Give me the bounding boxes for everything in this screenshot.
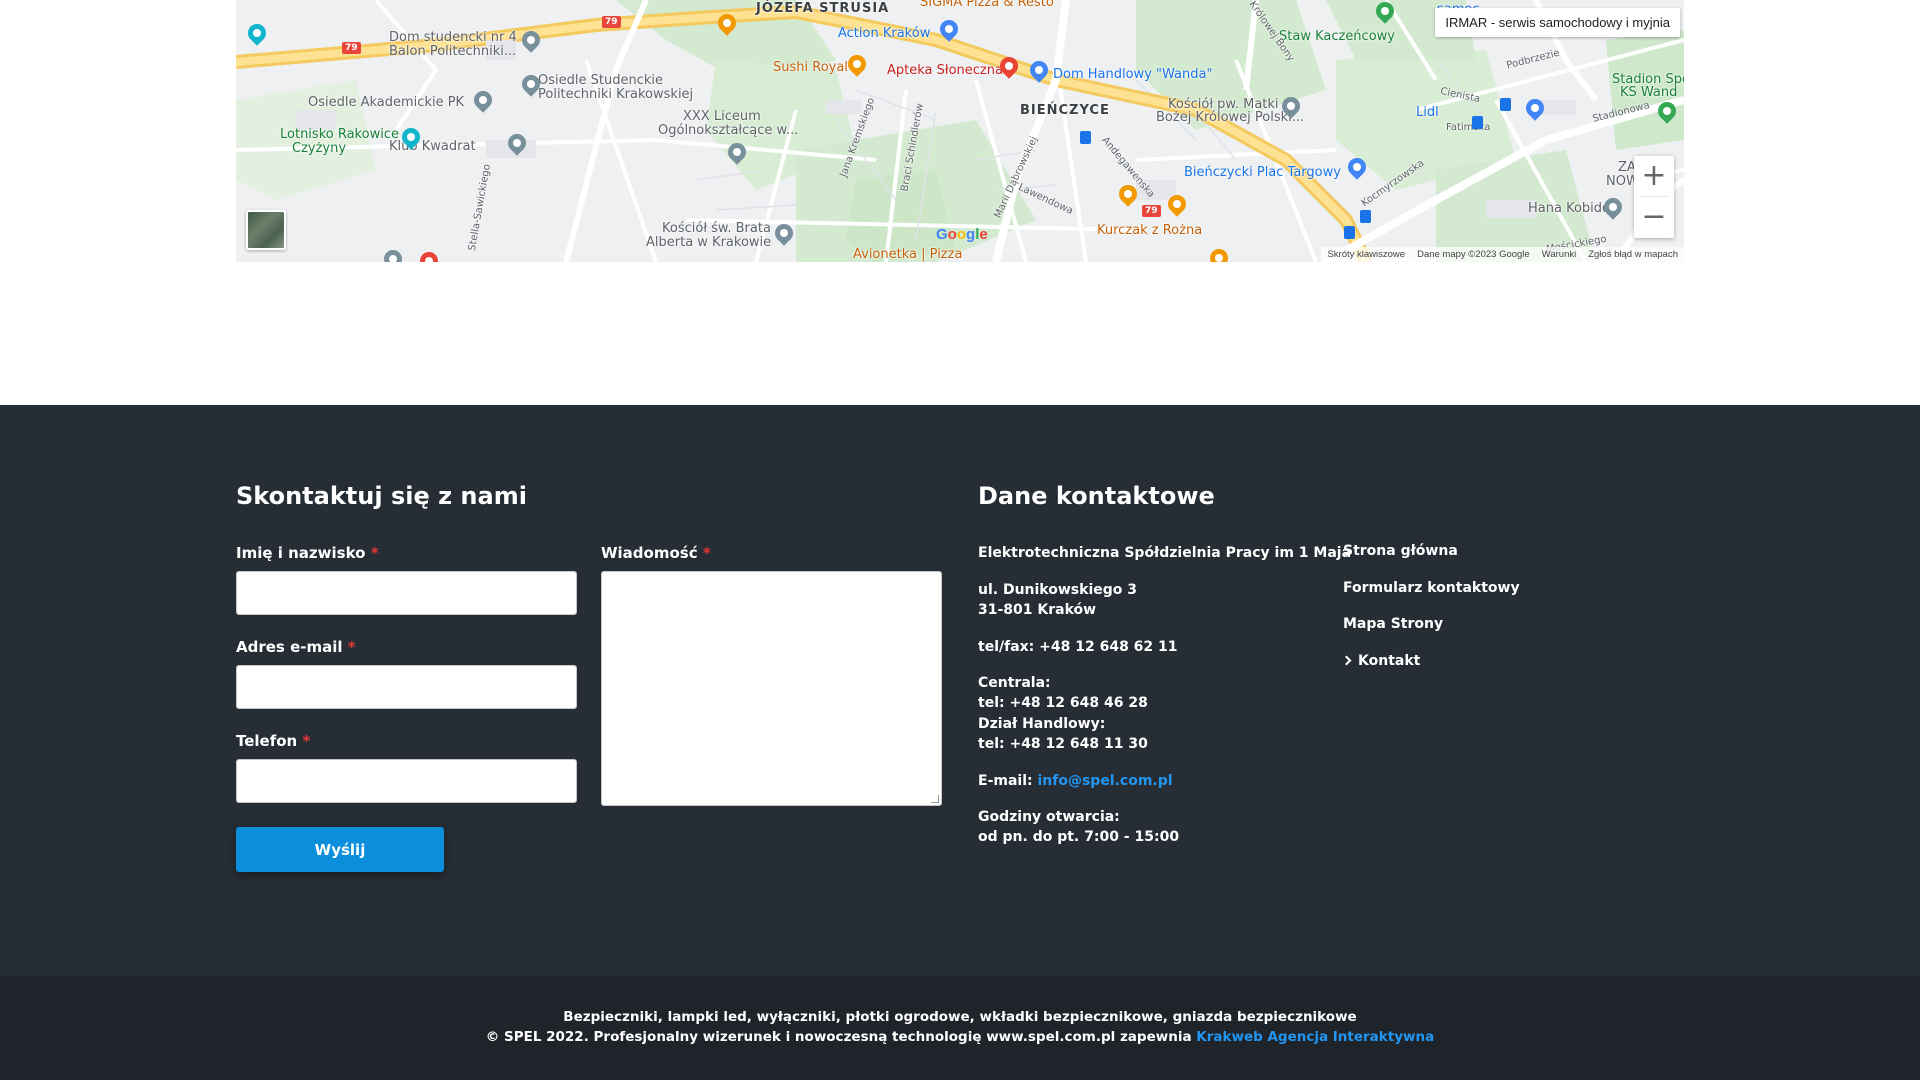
footer-copyright: © SPEL 2022. Profesjonalny wizerunek i n… [485, 1029, 1192, 1045]
satellite-toggle-button[interactable] [246, 210, 286, 250]
name-label: Imię i nazwisko * [236, 544, 379, 562]
contact-info-title: Dane kontaktowe [978, 482, 1215, 510]
nav-link-contact-form[interactable]: Formularz kontaktowy [1343, 580, 1520, 596]
required-mark: * [702, 544, 711, 562]
map-label: Balon Politechniki... [389, 44, 517, 59]
footer-keywords: Bezpieczniki, lampki led, wyłączniki, pł… [563, 1009, 1357, 1025]
sales-phone: tel: +48 12 648 11 30 [978, 736, 1148, 752]
map-label: Kościół św. Brata [662, 221, 771, 236]
map-label: Bożej Królowej Polski... [1156, 110, 1305, 125]
terms-link[interactable]: Warunki [1542, 249, 1577, 260]
map-label: Alberta w Krakowie [646, 235, 772, 250]
map-label: JÓZEFA STRUSIA [756, 1, 890, 16]
contact-form-title: Skontaktuj się z nami [236, 482, 527, 510]
contact-section: Skontaktuj się z nami Imię i nazwisko * … [0, 405, 1920, 976]
zoom-controls: + − [1634, 156, 1674, 238]
keyboard-shortcuts-link[interactable]: Skróty klawiszowe [1327, 249, 1405, 260]
map-label: Bieńczycki Plac Targowy [1184, 165, 1341, 180]
email-row: E-mail: info@spel.com.pl [978, 771, 1173, 791]
google-logo: Google [936, 226, 988, 243]
map-label: Dom studencki nr 4 [389, 30, 517, 45]
nav-link-contact[interactable]: Kontakt [1341, 653, 1421, 669]
required-mark: * [302, 732, 311, 750]
email-link[interactable]: info@spel.com.pl [1037, 773, 1172, 789]
map-label: Action Kraków [838, 26, 931, 41]
route-badge: 79 [602, 16, 621, 28]
name-label-text: Imię i nazwisko [236, 544, 366, 562]
route-badge: 79 [342, 42, 361, 54]
resize-handle-icon[interactable] [931, 795, 939, 803]
map-label: Osiedle Studenckie [538, 73, 663, 88]
map-label: Ogólnokształcące w... [658, 123, 799, 138]
phone-input[interactable] [236, 759, 577, 803]
bus-stop-icon[interactable] [1080, 131, 1091, 144]
map-label: KS Wand [1620, 85, 1678, 100]
map-attribution: Skróty klawiszowe Dane mapy ©2023 Google… [1321, 247, 1684, 262]
city-address: 31-801 Kraków [978, 602, 1097, 618]
bus-stop-icon[interactable] [1472, 116, 1483, 129]
map-label: Apteka Słoneczna [887, 63, 1003, 78]
map-label: Hana Kobido [1528, 201, 1610, 216]
bus-stop-icon[interactable] [1344, 226, 1355, 239]
nav-link-home[interactable]: Strona główna [1343, 543, 1458, 559]
report-error-link[interactable]: Zgłoś błąd w mapach [1588, 249, 1678, 260]
required-mark: * [370, 544, 379, 562]
route-badge: 79 [1142, 205, 1161, 217]
phone-label: Telefon * [236, 732, 310, 750]
nav-link-sitemap[interactable]: Mapa Strony [1343, 616, 1443, 632]
map-street-label: Fatimska [1446, 122, 1491, 133]
bottom-bar: Bezpieczniki, lampki led, wyłączniki, pł… [0, 976, 1920, 1080]
street-address: ul. Dunikowskiego 3 [978, 582, 1137, 598]
bus-stop-icon[interactable] [1360, 210, 1371, 223]
nav-link-contact-label: Kontakt [1358, 653, 1421, 669]
map-label: Politechniki Krakowskiej [538, 87, 694, 102]
place-info-card[interactable]: IRMAR - serwis samochodowy i myjnia [1435, 8, 1680, 37]
map-label: XXX Liceum [683, 109, 761, 124]
bus-stop-icon[interactable] [1500, 98, 1511, 111]
chevron-right-icon [1341, 655, 1352, 666]
map-label: Lidl [1416, 105, 1439, 120]
name-input[interactable] [236, 571, 577, 615]
zoom-in-button[interactable]: + [1634, 156, 1674, 196]
map-label: Sushi Royal [773, 60, 848, 75]
company-name: Elektrotechniczna Spółdzielnia Pracy im … [978, 545, 1352, 561]
zoom-out-button[interactable]: − [1634, 197, 1674, 237]
map-label: Avionetka | Pizza [853, 247, 963, 262]
map-label: Kurczak z Rożna [1097, 223, 1203, 238]
email-label-text: Adres e-mail [236, 638, 343, 656]
map-data-text: Dane mapy ©2023 Google [1417, 249, 1530, 260]
phone-label-text: Telefon [236, 732, 298, 750]
map-label: Czyżyny [292, 141, 347, 156]
map-label: Lotnisko Rakowice [280, 127, 399, 142]
map-label: Osiedle Akademickie PK [308, 95, 465, 110]
centrala-label: Centrala: [978, 675, 1051, 691]
required-mark: * [347, 638, 356, 656]
message-label: Wiadomość * [601, 544, 711, 562]
email-info-label: E-mail: [978, 773, 1033, 789]
submit-button[interactable]: Wyślij [236, 827, 444, 872]
telfax: tel/fax: +48 12 648 62 11 [978, 639, 1178, 655]
map-label: SIGMA Pizza & Resto [920, 0, 1054, 10]
centrala-phone: tel: +48 12 648 46 28 [978, 695, 1148, 711]
embedded-map[interactable]: JÓZEFA STRUSIA SIGMA Pizza & Resto Staw … [236, 0, 1684, 262]
footer-copyright-row: © SPEL 2022. Profesjonalny wizerunek i n… [0, 1029, 1920, 1045]
email-label: Adres e-mail * [236, 638, 356, 656]
message-textarea[interactable] [601, 571, 942, 806]
map-label: Staw Kaczeńcowy [1279, 29, 1395, 44]
agency-link[interactable]: Krakweb Agencja Interaktywna [1196, 1029, 1434, 1045]
sales-label: Dział Handlowy: [978, 716, 1106, 732]
map-label: Dom Handlowy "Wanda" [1053, 67, 1213, 82]
message-label-text: Wiadomość [601, 544, 698, 562]
map-label: BIEŃCZYCE [1020, 103, 1110, 118]
email-input[interactable] [236, 665, 577, 709]
hours-label: Godziny otwarcia: [978, 809, 1120, 825]
hours-value: od pn. do pt. 7:00 - 15:00 [978, 829, 1180, 845]
